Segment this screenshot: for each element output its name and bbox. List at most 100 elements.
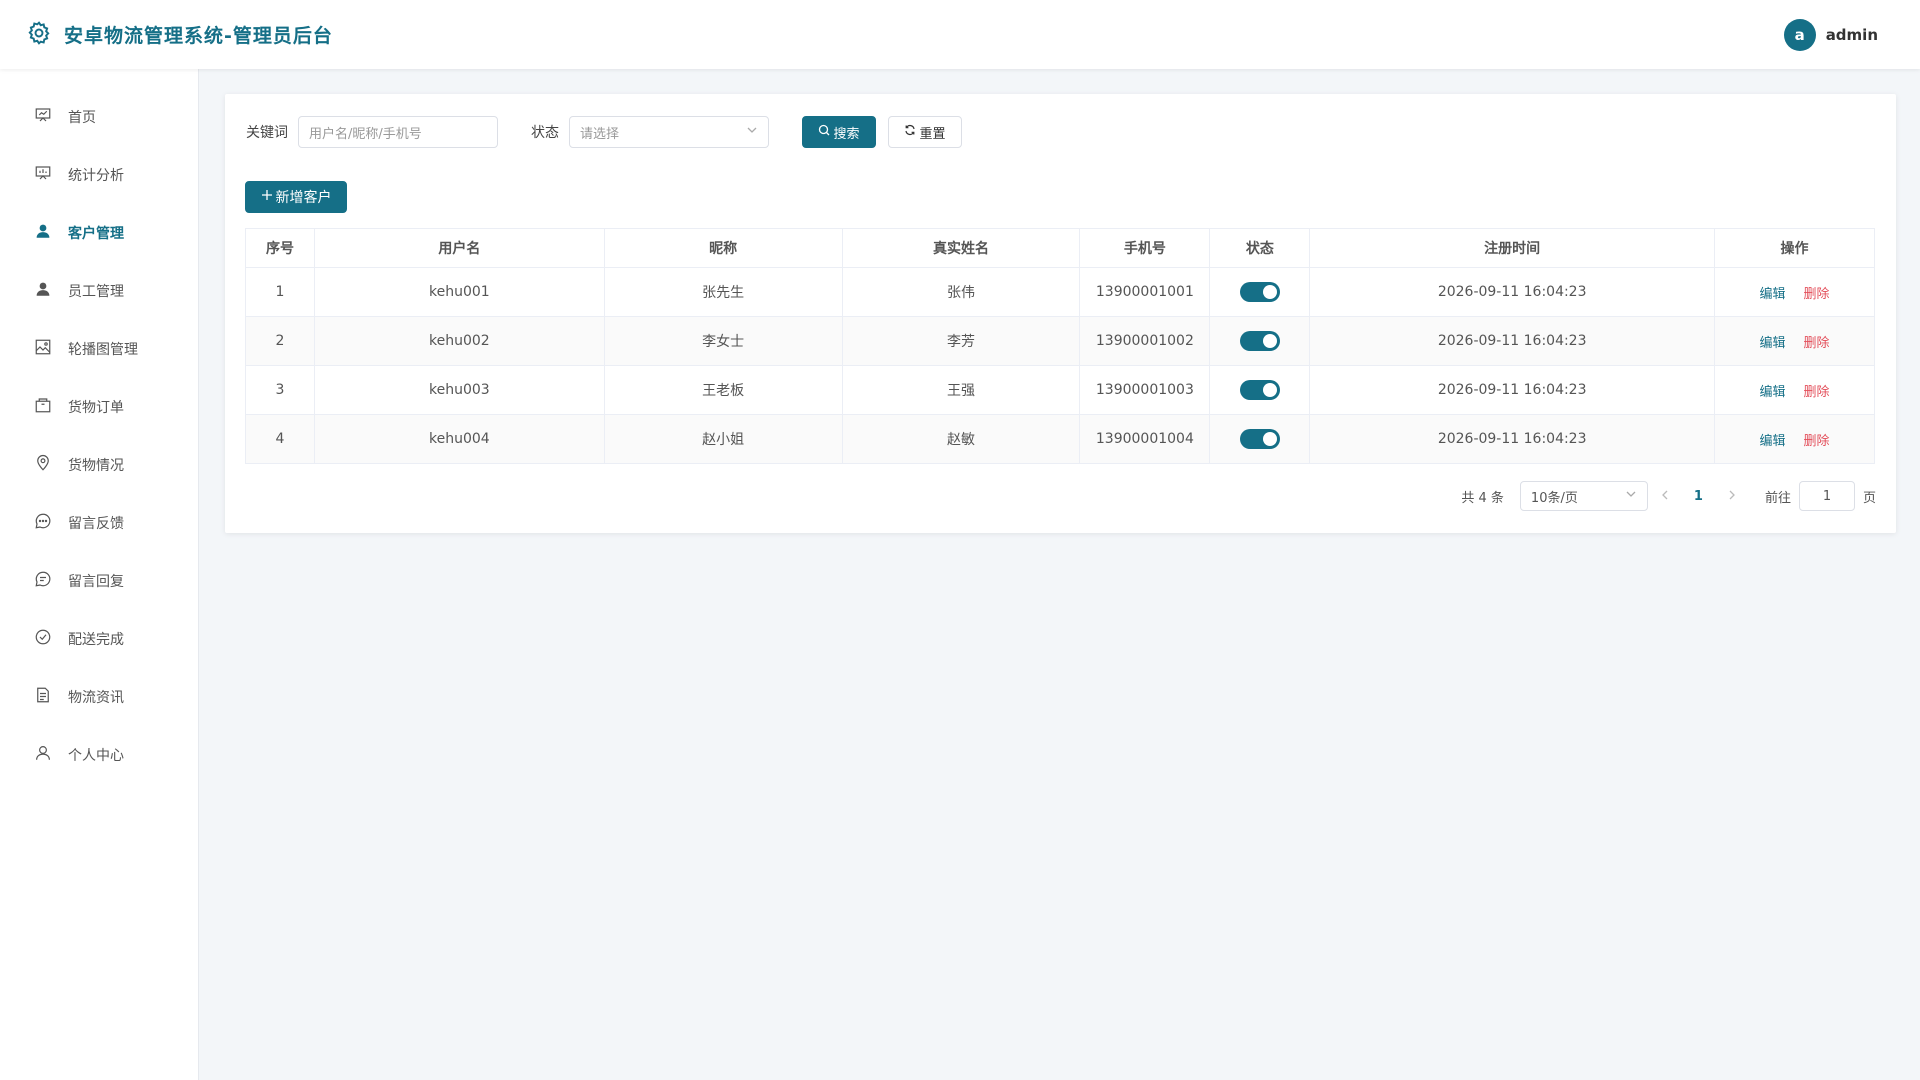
app-title: 安卓物流管理系统-管理员后台 — [64, 25, 333, 47]
sidebar-item-label: 个人中心 — [68, 748, 124, 764]
page-size-select[interactable]: 10条/页 — [1519, 481, 1648, 511]
add-customer-button[interactable]: 新增客户 — [245, 181, 347, 213]
goto-page-value: 1 — [1822, 488, 1832, 504]
next-page-button[interactable] — [1727, 488, 1737, 504]
column-header-nickname: 昵称 — [603, 228, 843, 268]
column-header-registered: 注册时间 — [1309, 228, 1716, 268]
user-outline-icon — [34, 744, 52, 766]
sidebar-item-feedback[interactable]: 留言反馈 — [0, 494, 198, 552]
status-toggle[interactable] — [1239, 331, 1280, 351]
page-number[interactable]: 1 — [1694, 489, 1703, 504]
sidebar-item-employees[interactable]: 员工管理 — [0, 262, 198, 320]
sidebar-item-label: 配送完成 — [68, 632, 124, 648]
cell-registered: 2026-09-11 16:04:23 — [1309, 267, 1716, 317]
sidebar-item-statistics[interactable]: 统计分析 — [0, 146, 198, 204]
cell-realname: 赵敏 — [841, 414, 1081, 464]
search-bar: 关键词 用户名/昵称/手机号 状态 请选择 搜索 重置 — [246, 116, 962, 148]
sidebar-item-orders[interactable]: 货物订单 — [0, 378, 198, 436]
status-label: 状态 — [531, 125, 559, 141]
sidebar-item-carousel[interactable]: 轮播图管理 — [0, 320, 198, 378]
refresh-icon — [904, 124, 916, 140]
edit-link[interactable]: 编辑 — [1760, 385, 1786, 400]
chevron-down-icon — [1625, 488, 1637, 504]
chart-board-icon — [34, 164, 52, 186]
delete-link[interactable]: 删除 — [1804, 385, 1830, 400]
sidebar-item-replies[interactable]: 留言回复 — [0, 552, 198, 610]
status-placeholder: 请选择 — [580, 126, 620, 142]
column-header-phone: 手机号 — [1079, 228, 1211, 268]
sidebar-item-label: 统计分析 — [68, 168, 124, 184]
cell-realname: 张伟 — [841, 267, 1081, 317]
status-select[interactable]: 请选择 — [569, 116, 769, 148]
cell-username: kehu004 — [313, 414, 605, 464]
cell-realname: 王强 — [841, 365, 1081, 415]
user-filled-icon — [34, 222, 52, 244]
username[interactable]: admin — [1826, 26, 1878, 44]
column-header-index: 序号 — [245, 228, 315, 268]
image-icon — [34, 338, 52, 360]
reset-button[interactable]: 重置 — [888, 116, 962, 148]
status-toggle[interactable] — [1239, 380, 1280, 400]
cell-registered: 2026-09-11 16:04:23 — [1309, 414, 1716, 464]
delete-link[interactable]: 删除 — [1804, 287, 1830, 302]
edit-link[interactable]: 编辑 — [1760, 287, 1786, 302]
search-button[interactable]: 搜索 — [802, 116, 876, 148]
column-header-status: 状态 — [1209, 228, 1311, 268]
cell-registered: 2026-09-11 16:04:23 — [1309, 365, 1716, 415]
delete-link[interactable]: 删除 — [1804, 434, 1830, 449]
chat-dots-icon — [34, 512, 52, 534]
sidebar-item-cargo-status[interactable]: 货物情况 — [0, 436, 198, 494]
search-button-label: 搜索 — [833, 126, 860, 142]
user-filled-icon — [34, 280, 52, 302]
goto-label: 前往 — [1764, 490, 1791, 506]
column-header-realname: 真实姓名 — [841, 228, 1081, 268]
avatar[interactable]: a — [1783, 18, 1816, 51]
goto-page-input[interactable]: 1 — [1798, 481, 1855, 511]
circle-check-icon — [34, 628, 52, 650]
sidebar-item-label: 轮播图管理 — [68, 342, 138, 358]
sidebar-item-customers[interactable]: 客户管理 — [0, 204, 198, 262]
cell-index: 2 — [245, 316, 315, 366]
sidebar-item-label: 留言回复 — [68, 574, 124, 590]
cell-status — [1209, 267, 1311, 317]
cell-nickname: 张先生 — [603, 267, 843, 317]
table-header-row: 序号 用户名 昵称 真实姓名 手机号 状态 注册时间 操作 — [245, 228, 1875, 268]
column-header-username: 用户名 — [313, 228, 605, 268]
sidebar-item-news[interactable]: 物流资讯 — [0, 668, 198, 726]
gear-icon — [26, 20, 52, 50]
sidebar-item-home[interactable]: 首页 — [0, 88, 198, 146]
status-toggle[interactable] — [1239, 429, 1280, 449]
cell-index: 1 — [245, 267, 315, 317]
edit-link[interactable]: 编辑 — [1760, 434, 1786, 449]
sidebar-item-label: 员工管理 — [68, 284, 124, 300]
brand: 安卓物流管理系统-管理员后台 — [26, 20, 333, 50]
location-icon — [34, 454, 52, 476]
cell-nickname: 王老板 — [603, 365, 843, 415]
box-icon — [34, 396, 52, 418]
cell-actions: 编辑 删除 — [1714, 414, 1875, 464]
column-header-actions: 操作 — [1714, 228, 1875, 268]
sidebar-item-profile[interactable]: 个人中心 — [0, 726, 198, 784]
prev-page-button[interactable] — [1660, 488, 1670, 504]
cell-registered: 2026-09-11 16:04:23 — [1309, 316, 1716, 366]
cell-status — [1209, 414, 1311, 464]
reset-button-label: 重置 — [919, 126, 946, 142]
page-suffix: 页 — [1862, 490, 1876, 506]
cell-username: kehu001 — [313, 267, 605, 317]
chevron-right-icon — [1729, 490, 1735, 500]
sidebar-item-delivered[interactable]: 配送完成 — [0, 610, 198, 668]
cell-username: kehu003 — [313, 365, 605, 415]
pagination: 共 4 条 10条/页 1 前往 1 页 — [1461, 481, 1876, 511]
keyword-input[interactable]: 用户名/昵称/手机号 — [298, 116, 498, 148]
sidebar-item-label: 物流资讯 — [68, 690, 124, 706]
sidebar-item-label: 客户管理 — [68, 226, 124, 242]
sidebar: 首页 统计分析 客户管理 员工管理 轮播图管理 货物订单 货物情况 留言反馈 留… — [0, 69, 199, 1080]
dashboard-icon — [34, 106, 52, 128]
edit-link[interactable]: 编辑 — [1760, 336, 1786, 351]
keyword-placeholder: 用户名/昵称/手机号 — [309, 126, 422, 142]
cell-phone: 13900001003 — [1079, 365, 1211, 415]
user-menu[interactable]: a admin — [1783, 18, 1878, 51]
cell-actions: 编辑 删除 — [1714, 365, 1875, 415]
status-toggle[interactable] — [1239, 282, 1280, 302]
delete-link[interactable]: 删除 — [1804, 336, 1830, 351]
